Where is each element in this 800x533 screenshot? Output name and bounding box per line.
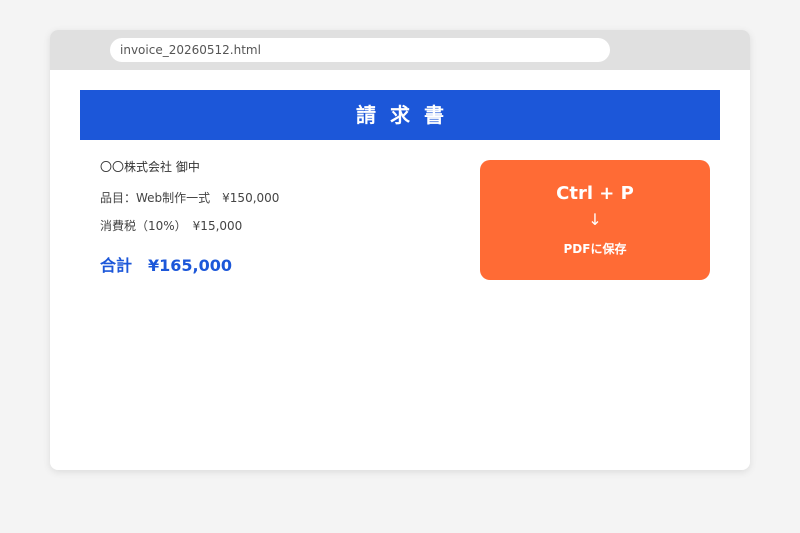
address-bar[interactable]: invoice_20260512.html xyxy=(110,38,610,62)
browser-window: invoice_20260512.html 請求書 〇〇株式会社 御中 品目：W… xyxy=(50,30,750,470)
save-pdf-label: PDFに保存 xyxy=(563,242,627,256)
invoice-title: 請求書 xyxy=(80,90,720,140)
invoice-recipient: 〇〇株式会社 御中 xyxy=(100,160,200,174)
print-shortcut-card: Ctrl + P ↓ PDFに保存 xyxy=(480,160,710,280)
invoice-total: 合計 ¥165,000 xyxy=(100,256,233,275)
shortcut-keys: Ctrl + P xyxy=(556,183,634,204)
invoice-item-line: 品目：Web制作一式 ¥150,000 xyxy=(100,191,280,205)
browser-toolbar: invoice_20260512.html xyxy=(50,30,750,70)
invoice-details: 〇〇株式会社 御中 品目：Web制作一式 ¥150,000 消費税（10%） ¥… xyxy=(100,158,460,276)
invoice-tax-line: 消費税（10%） ¥15,000 xyxy=(100,219,243,233)
arrow-down-icon: ↓ xyxy=(588,210,602,229)
